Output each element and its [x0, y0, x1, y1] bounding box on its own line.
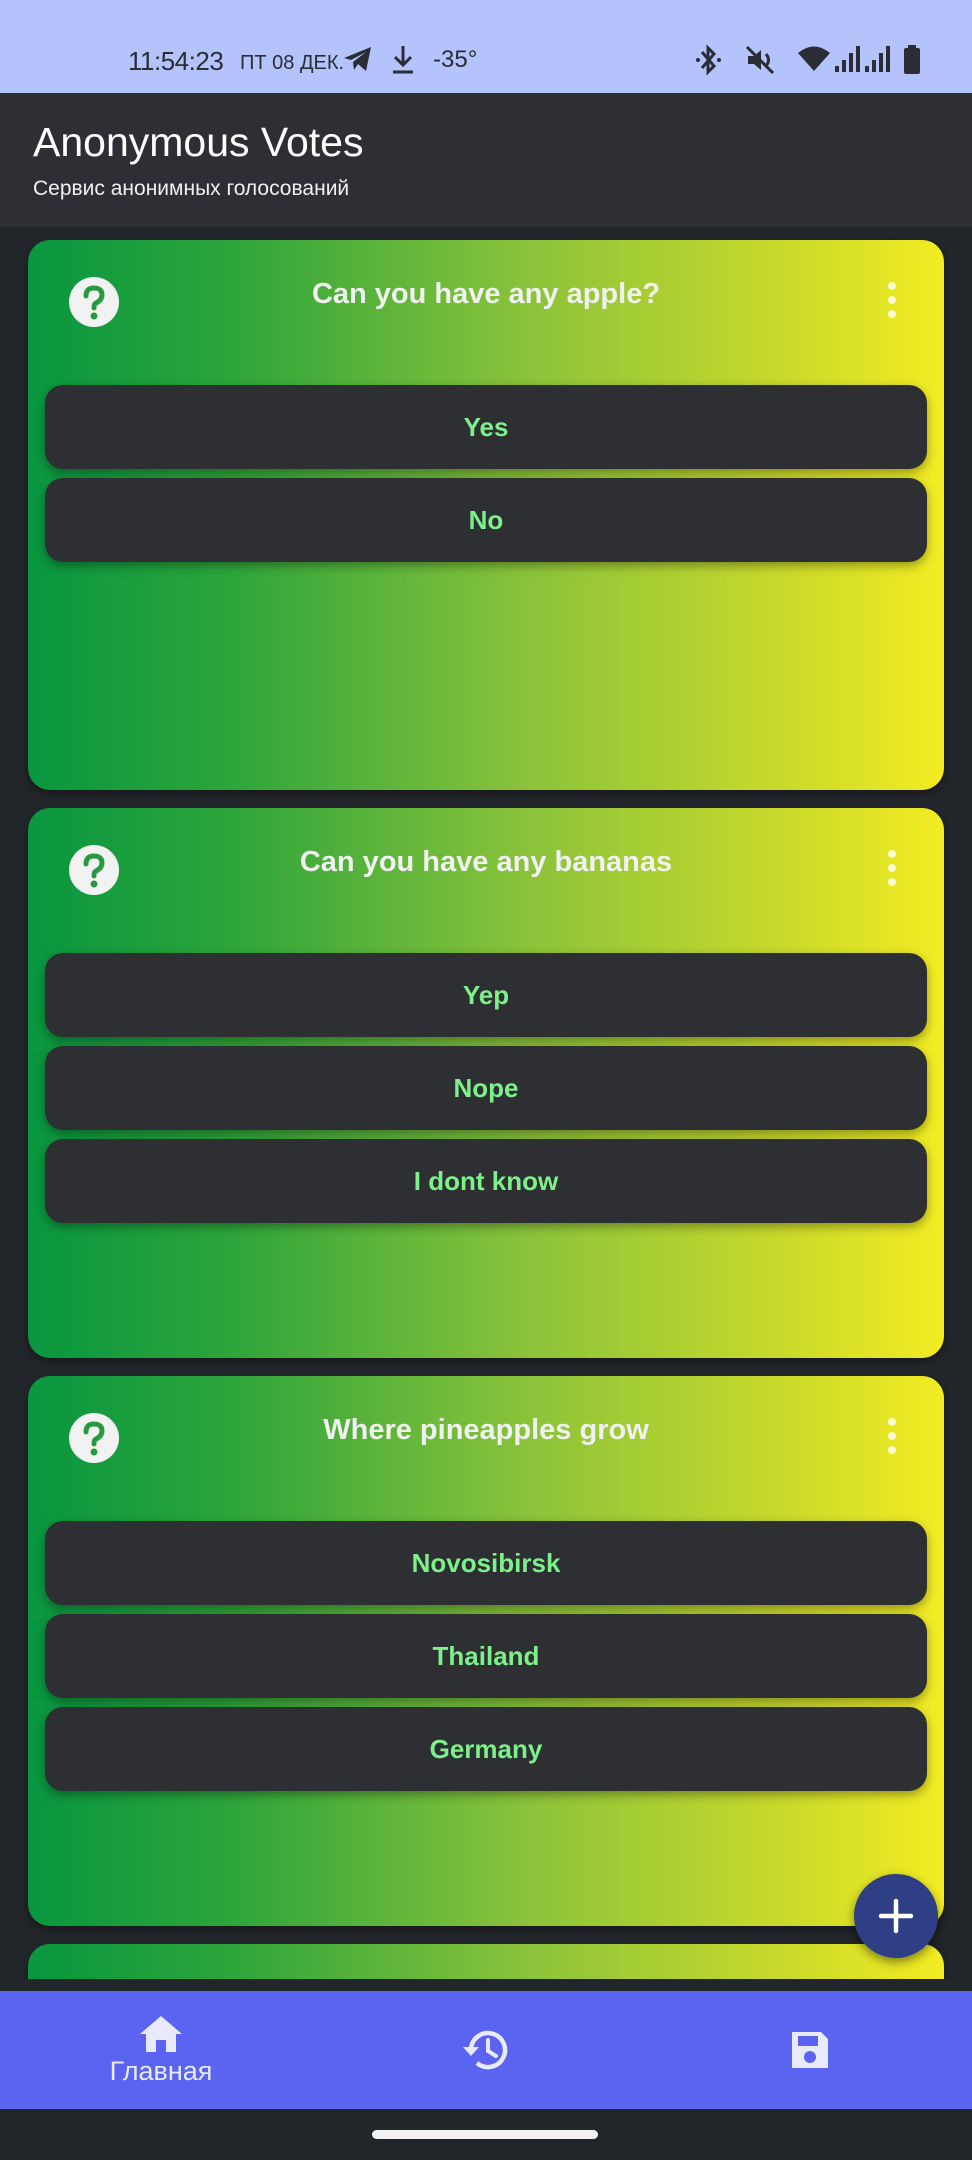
poll-card-header: Where pineapples grow — [28, 1376, 944, 1498]
poll-question: Can you have any apple? — [311, 278, 661, 310]
nav-item-home[interactable]: Главная — [81, 1991, 241, 2109]
more-options-icon[interactable] — [886, 850, 898, 890]
more-options-icon[interactable] — [886, 282, 898, 322]
poll-feed[interactable]: Can you have any apple? Yes No Can you h… — [0, 227, 972, 1979]
history-icon — [463, 2030, 508, 2070]
mute-icon — [745, 45, 775, 75]
poll-option-button[interactable]: Yep — [45, 953, 927, 1037]
download-icon — [393, 46, 413, 74]
telegram-icon — [344, 47, 371, 71]
home-icon — [140, 2015, 182, 2052]
poll-option-button[interactable]: Novosibirsk — [45, 1521, 927, 1605]
nav-item-label: Главная — [109, 2055, 213, 2086]
poll-option-button[interactable]: No — [45, 478, 927, 562]
app-bar: Anonymous Votes Сервис анонимных голосов… — [0, 93, 972, 227]
more-options-icon[interactable] — [886, 1418, 898, 1458]
poll-option-button[interactable]: I dont know — [45, 1139, 927, 1223]
signal-icon — [835, 46, 860, 72]
help-icon — [69, 277, 119, 327]
signal-icon — [865, 46, 890, 72]
save-icon — [792, 2032, 828, 2068]
help-icon — [69, 845, 119, 895]
wifi-icon — [798, 46, 830, 71]
poll-question: Where pineapples grow — [323, 1414, 649, 1446]
poll-card: Can you have any bananas Yep Nope I dont… — [28, 808, 944, 1358]
gesture-handle[interactable] — [372, 2130, 598, 2139]
poll-card: Can you have any apple? Yes No — [28, 240, 944, 790]
add-poll-button[interactable] — [854, 1874, 938, 1958]
poll-card — [28, 1944, 944, 1979]
battery-icon — [904, 45, 920, 74]
help-icon — [69, 1413, 119, 1463]
nav-item-history[interactable] — [446, 1991, 526, 2109]
poll-option-button[interactable]: Germany — [45, 1707, 927, 1791]
poll-option-button[interactable]: Yes — [45, 385, 927, 469]
app-title: Anonymous Votes — [33, 119, 364, 165]
poll-card: Where pineapples grow Novosibirsk Thaila… — [28, 1376, 944, 1926]
plus-icon — [878, 1898, 914, 1934]
poll-question: Can you have any bananas — [299, 846, 673, 878]
poll-option-button[interactable]: Nope — [45, 1046, 927, 1130]
nav-item-saved[interactable] — [770, 1991, 850, 2109]
poll-option-button[interactable]: Thailand — [45, 1614, 927, 1698]
status-bar: 11:54:23 ПТ 08 ДЕК. -35° — [0, 0, 972, 93]
status-date: ПТ 08 ДЕК. — [240, 52, 345, 74]
bottom-navigation: Главная — [0, 1991, 972, 2109]
app-subtitle: Сервис анонимных голосований — [33, 177, 350, 200]
poll-card-header: Can you have any apple? — [28, 240, 944, 362]
bluetooth-icon — [696, 44, 721, 76]
poll-card-header: Can you have any bananas — [28, 808, 944, 930]
status-time: 11:54:23 — [128, 46, 224, 76]
status-temperature: -35° — [433, 46, 478, 73]
